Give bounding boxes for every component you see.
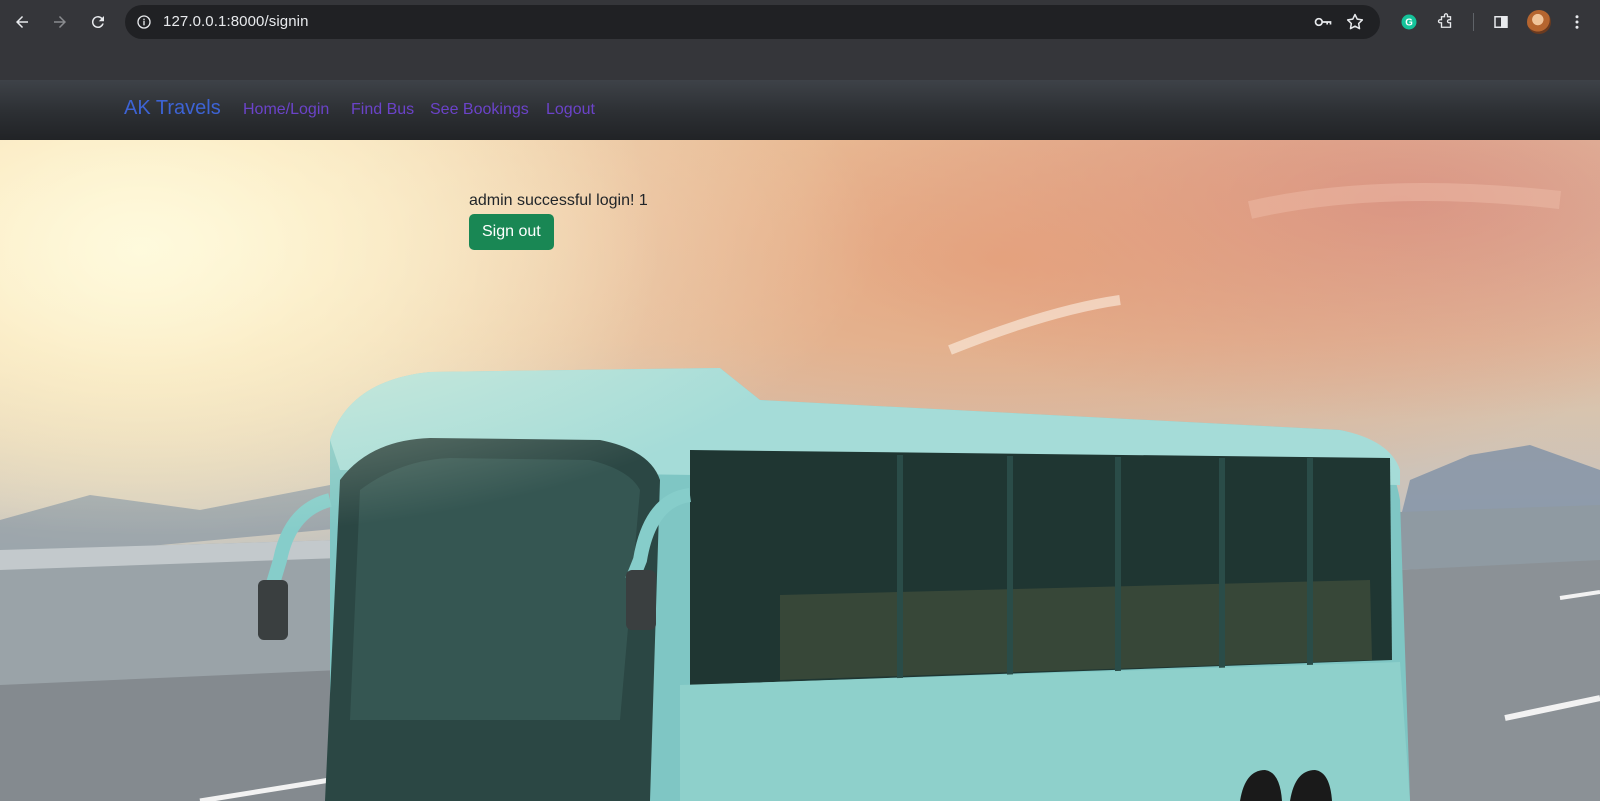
site-info-icon[interactable] bbox=[135, 13, 153, 31]
reload-button[interactable] bbox=[84, 8, 112, 36]
nav-link-home-login[interactable]: Home/Login bbox=[243, 101, 329, 119]
nav-link-see-bookings[interactable]: See Bookings bbox=[430, 101, 529, 119]
key-icon[interactable] bbox=[1313, 12, 1333, 32]
arrow-left-icon bbox=[16, 16, 28, 28]
url-text[interactable]: 127.0.0.1:8000/signin bbox=[163, 13, 309, 30]
grammarly-extension-icon[interactable]: G bbox=[1395, 8, 1423, 36]
svg-text:G: G bbox=[1405, 17, 1413, 28]
toolbar-separator bbox=[1473, 13, 1474, 31]
brand-link[interactable]: AK Travels bbox=[124, 97, 221, 120]
bookmark-star-icon[interactable] bbox=[1345, 12, 1365, 32]
page-viewport: AK Travels Home/Login Find Bus See Booki… bbox=[0, 80, 1600, 801]
menu-kebab-icon[interactable] bbox=[1563, 8, 1591, 36]
bus-scene-illustration bbox=[0, 140, 1600, 801]
bookmarks-bar bbox=[0, 44, 1600, 80]
extensions-puzzle-icon[interactable] bbox=[1432, 8, 1460, 36]
browser-toolbar: 127.0.0.1:8000/signin G bbox=[0, 0, 1600, 44]
reload-icon bbox=[91, 16, 104, 29]
nav-link-find-bus[interactable]: Find Bus bbox=[351, 101, 414, 119]
back-button[interactable] bbox=[8, 8, 36, 36]
forward-button[interactable] bbox=[46, 8, 74, 36]
arrow-right-icon bbox=[54, 16, 66, 28]
login-status-panel: admin successful login! 1 Sign out bbox=[469, 192, 648, 250]
address-bar[interactable]: 127.0.0.1:8000/signin bbox=[125, 5, 1380, 39]
site-navbar: AK Travels Home/Login Find Bus See Booki… bbox=[0, 80, 1600, 140]
profile-avatar[interactable] bbox=[1527, 10, 1551, 34]
sign-out-button[interactable]: Sign out bbox=[469, 214, 554, 250]
login-success-message: admin successful login! 1 bbox=[469, 192, 648, 209]
nav-link-logout[interactable]: Logout bbox=[546, 101, 595, 119]
hero-background-bus-image: admin successful login! 1 Sign out bbox=[0, 140, 1600, 801]
side-panel-icon[interactable] bbox=[1487, 8, 1515, 36]
